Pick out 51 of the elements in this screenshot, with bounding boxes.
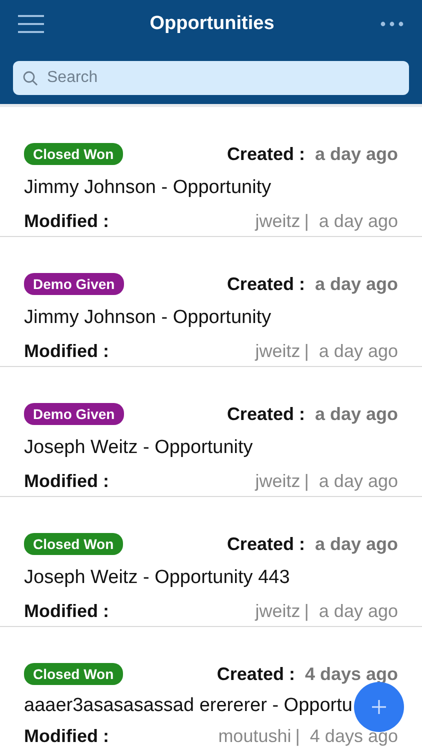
opportunity-name: Jimmy Johnson - Opportunity [24,177,272,199]
modified-date: a day ago [318,210,398,232]
plus-icon [371,699,387,715]
modified-date: a day ago [318,340,398,362]
created-label: Created : [226,534,305,554]
opportunity-item[interactable]: Closed Won Created : a day ago Jimmy Johnson - Opportunity Modified : jweitz | a day ago [0,107,422,237]
status-tag: Closed Won [24,663,123,685]
status-tag: Demo Given [24,403,124,425]
search-field[interactable]: Search [13,61,409,95]
separator: | [304,210,309,232]
created-label: Created : [226,144,305,164]
status-tag: Closed Won [24,533,123,555]
modified-by: moutushi [218,726,292,746]
opportunity-item[interactable]: Closed Won Created : a day ago Joseph Weitz - Opportunity 443 Modified : jweitz | a day ago [0,497,422,627]
modified-by: jweitz [255,340,300,362]
opportunity-name: Jimmy Johnson - Opportunity [24,307,272,329]
status-tag: Closed Won [24,143,123,165]
modified-label: Modified : [24,470,109,492]
modified-label: Modified : [24,340,109,362]
search-input[interactable]: Search [47,69,399,87]
created-label: Created : [226,404,305,424]
opportunity-name: Joseph Weitz - Opportunity [24,437,253,459]
created-label: Created : [216,664,295,684]
modified-date: 4 days ago [310,726,398,746]
separator: | [295,726,300,746]
separator: | [304,600,309,622]
modified-by: jweitz [255,600,300,622]
separator: | [304,470,309,492]
screen-title: Opportunities [150,13,274,35]
more-icon[interactable] [380,21,404,27]
created-date: a day ago [314,144,398,164]
separator: | [304,340,309,362]
modified-label: Modified : [24,726,109,746]
created-date: a day ago [314,404,398,424]
opportunity-name: Joseph Weitz - Opportunity 443 [24,567,290,589]
opportunity-item[interactable]: Demo Given Created : a day ago Jimmy Johnson - Opportunity Modified : jweitz | a day ago [0,237,422,367]
modified-by: jweitz [255,470,300,492]
created-date: a day ago [314,274,398,294]
modified-label: Modified : [24,600,109,622]
modified-label: Modified : [24,210,109,232]
menu-icon[interactable] [18,15,44,33]
opportunity-name: aaaer3asasasassad erererer - Opportu [24,695,352,717]
status-tag: Demo Given [24,273,124,295]
created-date: 4 days ago [304,664,398,684]
opportunity-item[interactable]: Demo Given Created : a day ago Joseph Weitz - Opportunity Modified : jweitz | a day ago [0,367,422,497]
created-date: a day ago [314,534,398,554]
search-icon [23,70,38,86]
modified-date: a day ago [318,600,398,622]
modified-by: jweitz [255,210,300,232]
created-label: Created : [226,274,305,294]
modified-date: a day ago [318,470,398,492]
